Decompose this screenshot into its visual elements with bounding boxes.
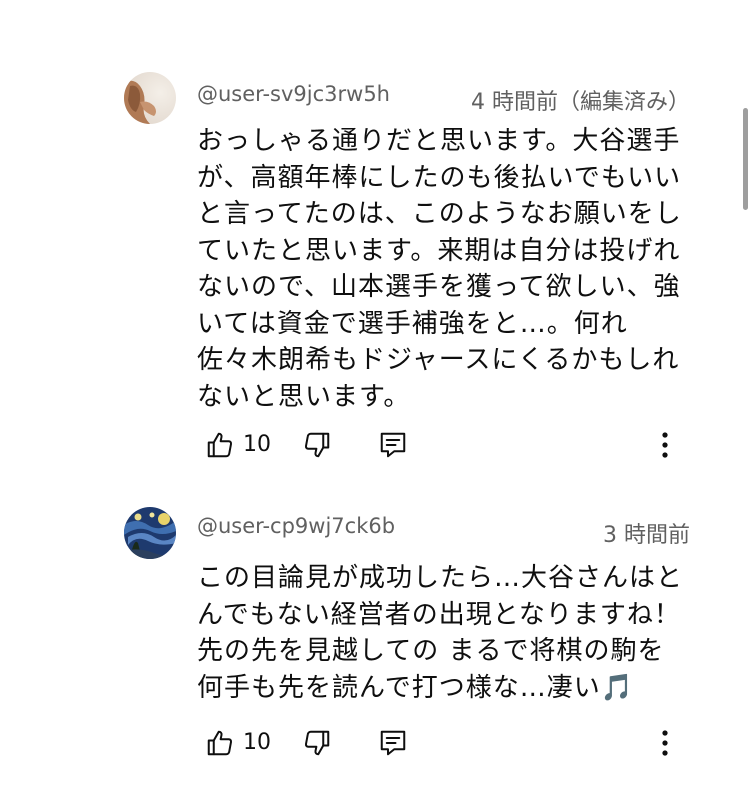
comment-line: ないと思います。 xyxy=(197,381,411,412)
thumbs-down-icon[interactable] xyxy=(302,430,332,460)
more-vert-icon[interactable] xyxy=(650,728,680,758)
comment-author[interactable]: @user-sv9jc3rw5h xyxy=(197,82,390,106)
comment-line: ないので、山本選手を獲って欲しい、強 xyxy=(197,272,681,302)
comment-line: 何手も先を読んで打つ様な…凄い🎵 xyxy=(197,672,635,703)
comment-line: いては資金で選手補強をと…。何れ xyxy=(197,308,628,339)
comment-author[interactable]: @user-cp9wj7ck6b xyxy=(197,514,395,538)
comment-line: 先の先を見越しての まるで将棋の駒を xyxy=(197,636,665,666)
scrollbar[interactable] xyxy=(743,108,748,210)
comment-body: この目論見が成功したら…大谷さんはと んでもない経営者の出現となりますね！ 先の… xyxy=(197,560,707,706)
comment-time: 4 時間前（編集済み） xyxy=(471,90,690,115)
thumbs-up-icon[interactable] xyxy=(205,728,235,758)
comment-line: が、高額年棒にしたのも後払いでもいい xyxy=(197,162,682,193)
comment-line: んでもない経営者の出現となりますね！ xyxy=(197,599,681,630)
comment-line: 佐々木朗希もドジャースにくるかもしれ xyxy=(197,345,680,375)
reply-icon[interactable] xyxy=(378,728,408,758)
comment-line: と言ってたのは、このようなお願いをし xyxy=(197,199,682,229)
reply-icon[interactable] xyxy=(378,430,408,460)
comment-line: この目論見が成功したら…大谷さんはと xyxy=(197,563,684,593)
thumbs-up-icon[interactable] xyxy=(205,430,235,460)
avatar[interactable] xyxy=(124,507,176,559)
comment-time: 3 時間前 xyxy=(603,523,690,548)
comment-line: ていたと思います。来期は自分は投げれ xyxy=(197,235,681,266)
avatar[interactable] xyxy=(124,72,176,124)
like-count: 10 xyxy=(243,432,271,457)
more-vert-icon[interactable] xyxy=(650,430,680,460)
comment-actions: 10 xyxy=(0,723,750,763)
comment-actions: 10 xyxy=(0,425,750,465)
avatar-image xyxy=(124,72,176,124)
comment-line: おっしゃる通りだと思います。大谷選手 xyxy=(197,126,681,156)
thumbs-down-icon[interactable] xyxy=(302,728,332,758)
comment-body: おっしゃる通りだと思います。大谷選手 が、高額年棒にしたのも後払いでもいい と言… xyxy=(197,123,707,415)
avatar-image xyxy=(124,507,176,559)
like-count: 10 xyxy=(243,730,271,755)
